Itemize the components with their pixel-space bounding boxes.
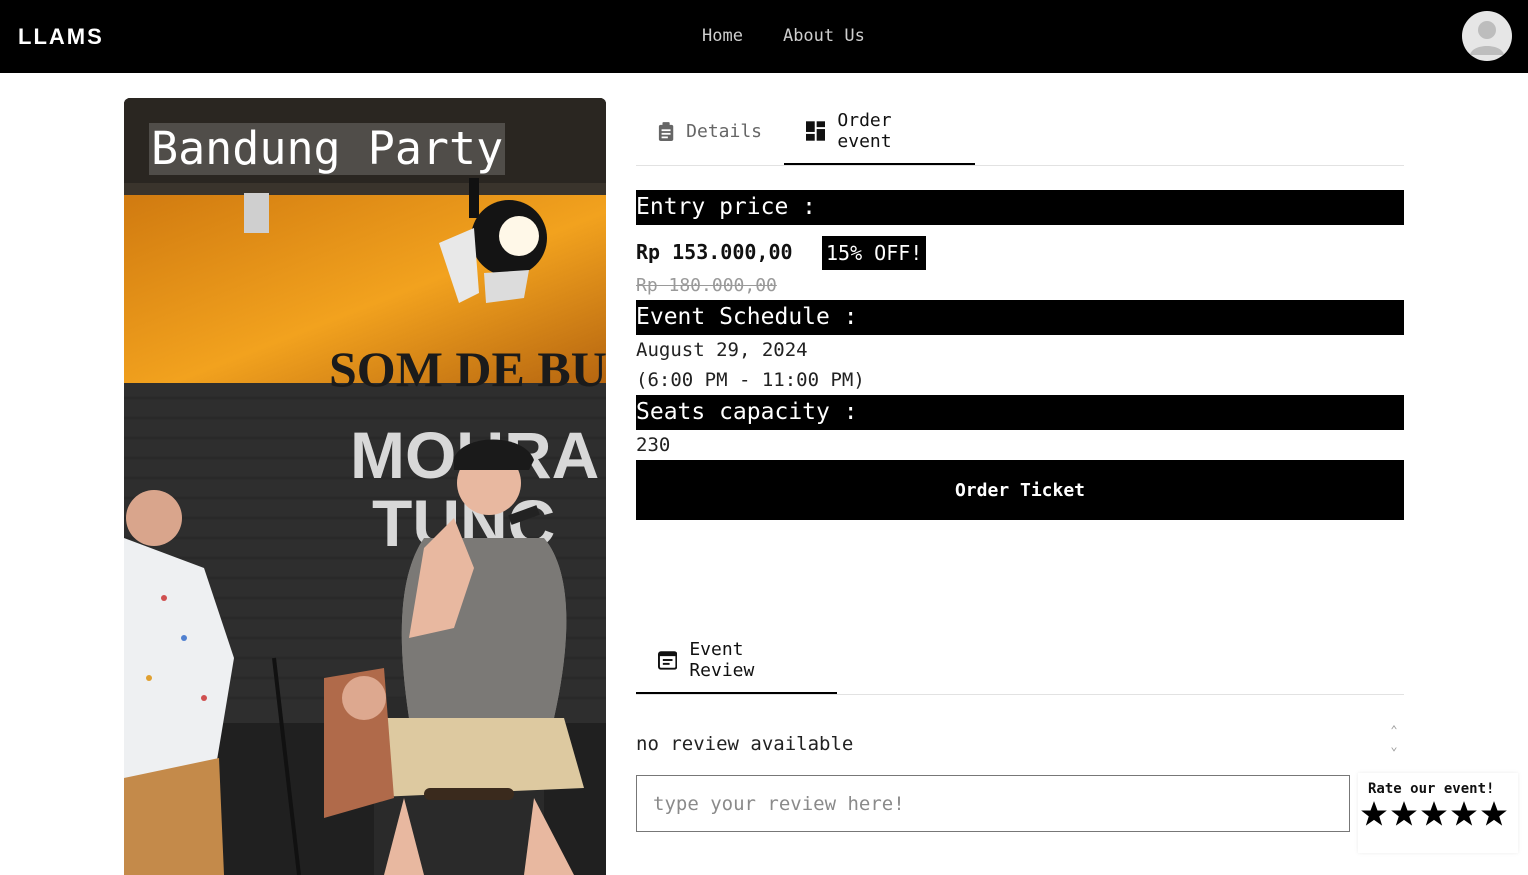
no-review-text: no review available — [636, 733, 854, 755]
navbar: LLAMS Home About Us — [0, 0, 1528, 73]
event-tabs: Details Order event — [636, 98, 1404, 166]
event-time: (6:00 PM - 11:00 PM) — [636, 369, 865, 391]
star-rating — [1360, 799, 1508, 829]
star-icon[interactable] — [1480, 799, 1508, 829]
user-icon — [1470, 21, 1504, 55]
clipboard-icon — [658, 121, 674, 141]
star-icon[interactable] — [1420, 799, 1448, 829]
event-title: Bandung Party — [149, 122, 506, 175]
order-ticket-button[interactable]: Order Ticket — [636, 460, 1404, 520]
discount-badge: 15% OFF! — [822, 236, 927, 270]
review-input[interactable] — [636, 775, 1350, 832]
original-price: Rp 180.000,00 — [636, 275, 777, 296]
entry-price-label: Entry price : — [636, 190, 1404, 225]
tab-event-review[interactable]: Event Review — [636, 627, 837, 694]
review-scrollbar[interactable]: ⌃ ⌄ — [1388, 722, 1400, 754]
tab-details-label: Details — [686, 121, 762, 142]
poster-image: SOM DE BU MOURA TUNC — [124, 98, 606, 875]
seats-capacity-value: 230 — [636, 434, 671, 456]
main-nav: Home About Us — [702, 26, 865, 46]
logo-text: LLAMS — [18, 24, 104, 46]
user-avatar[interactable] — [1462, 11, 1512, 61]
tab-details[interactable]: Details — [636, 98, 784, 165]
seats-capacity-label: Seats capacity : — [636, 395, 1404, 430]
star-icon[interactable] — [1450, 799, 1478, 829]
tab-order-label: Order event — [837, 109, 892, 152]
rate-label: Rate our event! — [1368, 781, 1495, 797]
star-icon[interactable] — [1360, 799, 1388, 829]
rating-panel: Rate our event! — [1358, 773, 1518, 853]
current-price: Rp 153.000,00 — [636, 240, 793, 264]
scroll-up-icon[interactable]: ⌃ — [1388, 722, 1400, 738]
event-poster: SOM DE BU MOURA TUNC — [124, 98, 606, 875]
scroll-down-icon[interactable]: ⌄ — [1388, 738, 1400, 754]
event-date: August 29, 2024 — [636, 339, 808, 361]
tab-review-label: Event Review — [689, 638, 755, 681]
star-icon[interactable] — [1390, 799, 1418, 829]
nav-about-link[interactable]: About Us — [783, 26, 865, 46]
tab-order-event[interactable]: Order event — [784, 98, 975, 165]
dashboard-icon — [806, 120, 826, 141]
poster-text-1: SOM DE BU — [329, 341, 606, 397]
llams-logo[interactable]: LLAMS — [18, 24, 108, 46]
event-schedule-label: Event Schedule : — [636, 300, 1404, 335]
calendar-icon — [658, 650, 678, 670]
review-tabs: Event Review — [636, 627, 1404, 695]
nav-home-link[interactable]: Home — [702, 26, 743, 46]
